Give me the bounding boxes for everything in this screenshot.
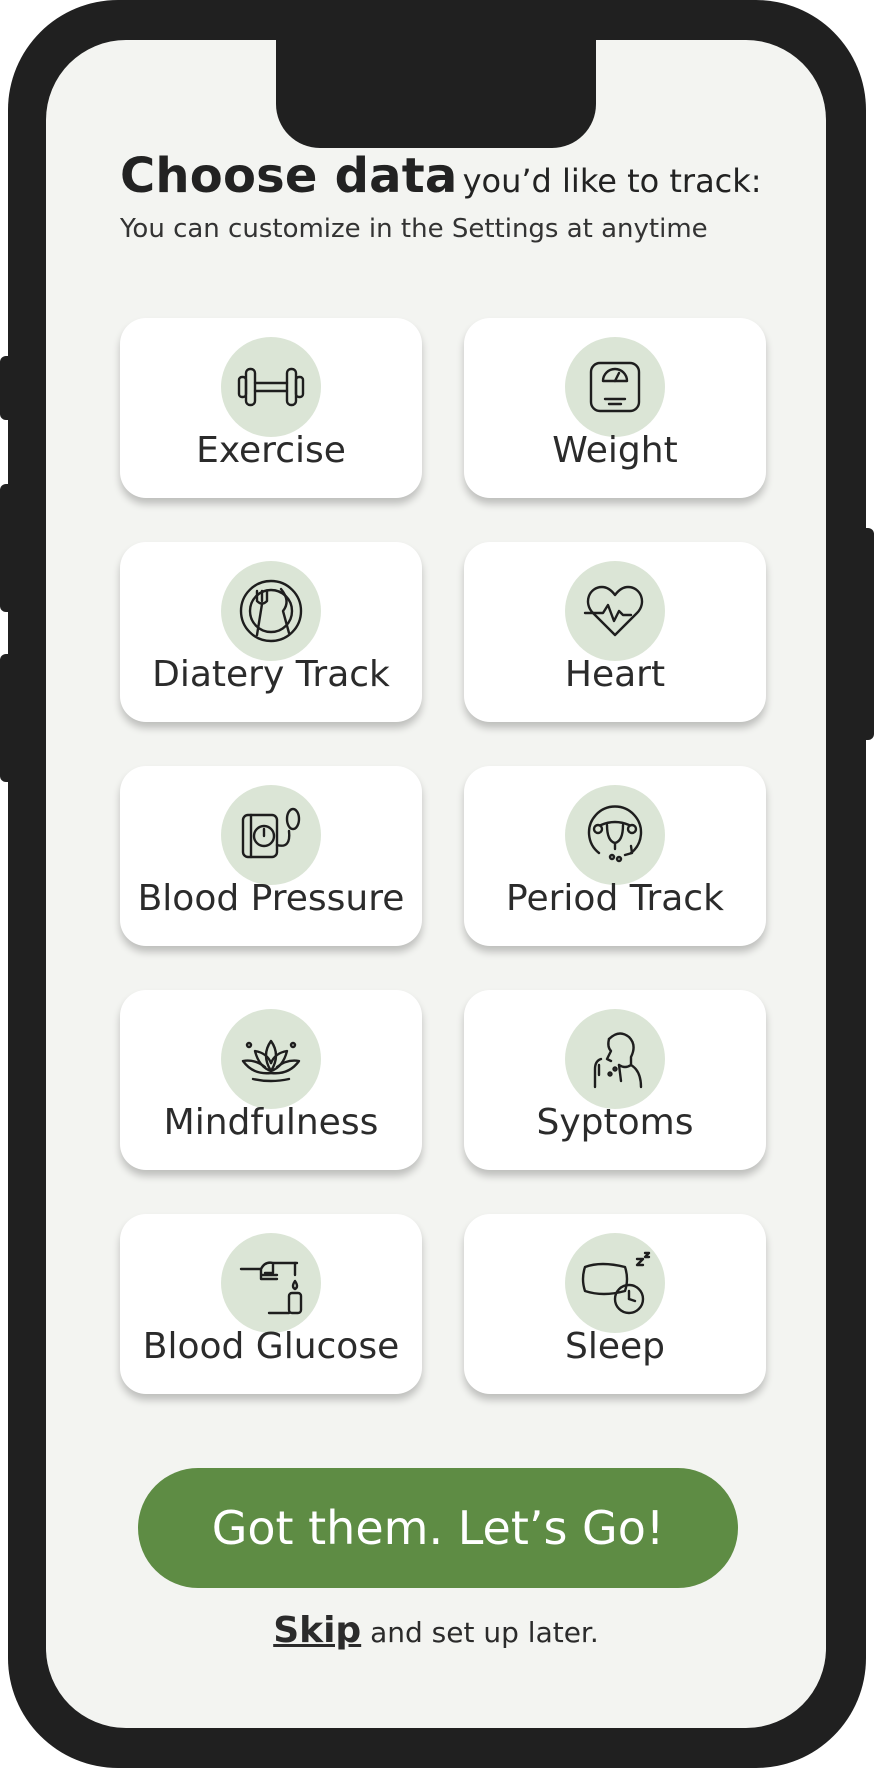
option-label: Blood Pressure — [137, 878, 405, 919]
option-card-blood-pressure[interactable]: Blood Pressure — [120, 766, 422, 946]
option-card-heart[interactable]: Heart — [464, 542, 766, 722]
heading: Choose data you’d like to track: You can… — [120, 152, 780, 244]
option-label: Weight — [552, 430, 678, 471]
dumbbell-icon — [221, 337, 321, 437]
option-label: Sleep — [564, 1326, 665, 1367]
scale-icon — [565, 337, 665, 437]
title-strong: Choose data — [120, 148, 458, 204]
option-card-mindfulness[interactable]: Mindfulness — [120, 990, 422, 1170]
plate-fork-knife-icon — [221, 561, 321, 661]
option-card-blood-glucose[interactable]: Blood Glucose — [120, 1214, 422, 1394]
phone-side-button — [0, 356, 12, 420]
option-card-weight[interactable]: Weight — [464, 318, 766, 498]
page-title: Choose data you’d like to track: — [120, 152, 780, 200]
subtitle: You can customize in the Settings at any… — [120, 214, 708, 244]
option-card-exercise[interactable]: Exercise — [120, 318, 422, 498]
heartbeat-icon — [565, 561, 665, 661]
option-label: Heart — [564, 654, 666, 695]
option-card-period-track[interactable]: Period Track — [464, 766, 766, 946]
skip-link[interactable]: Skip — [273, 1610, 361, 1651]
option-label: Exercise — [196, 430, 346, 471]
continue-button[interactable]: Got them. Let’s Go! — [138, 1468, 738, 1588]
notch — [276, 40, 596, 148]
glucose-meter-icon — [221, 1233, 321, 1333]
option-card-syptoms[interactable]: Syptoms — [464, 990, 766, 1170]
sick-person-icon — [565, 1009, 665, 1109]
screen: Choose data you’d like to track: You can… — [46, 40, 826, 1728]
phone-volume-down-button — [0, 654, 12, 782]
skip-row: Skip and set up later. — [46, 1610, 826, 1651]
option-label: Syptoms — [536, 1102, 694, 1143]
option-label: Period Track — [506, 878, 724, 919]
phone-power-button — [862, 528, 874, 740]
option-label: Mindfulness — [163, 1102, 379, 1143]
uterus-icon — [565, 785, 665, 885]
skip-rest-text: and set up later. — [370, 1616, 599, 1649]
pillow-clock-icon — [565, 1233, 665, 1333]
option-card-sleep[interactable]: Sleep — [464, 1214, 766, 1394]
lotus-icon — [221, 1009, 321, 1109]
blood-pressure-monitor-icon — [221, 785, 321, 885]
option-label: Blood Glucose — [142, 1326, 400, 1367]
option-label: Diatery Track — [152, 654, 390, 695]
phone-volume-up-button — [0, 484, 12, 612]
title-rest: you’d like to track: — [462, 162, 762, 200]
option-card-diatery-track[interactable]: Diatery Track — [120, 542, 422, 722]
